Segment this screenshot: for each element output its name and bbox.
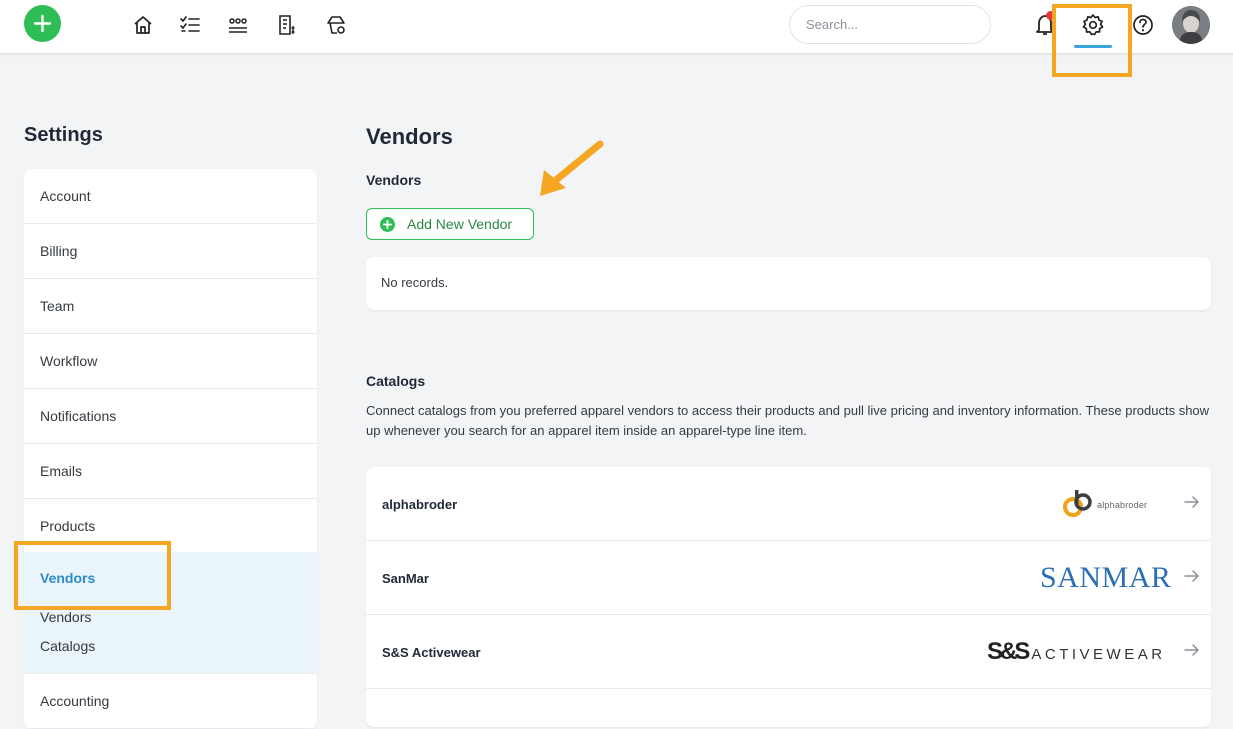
- gear-icon[interactable]: [1081, 13, 1105, 37]
- customers-icon[interactable]: [227, 14, 249, 36]
- ss-activewear-logo: S&S ACTIVEWEAR: [987, 638, 1166, 666]
- sidebar-subitem-catalogs[interactable]: Catalogs: [40, 638, 95, 654]
- catalog-row-partial[interactable]: [366, 689, 1211, 727]
- notifications-bell-icon[interactable]: [1034, 11, 1056, 37]
- plus-circle-icon: [380, 217, 395, 232]
- catalog-row-sanmar[interactable]: SanMar SANMAR: [366, 541, 1211, 615]
- empty-state-text: No records.: [381, 275, 449, 290]
- catalog-name: alphabroder: [382, 497, 458, 512]
- arrow-right-icon: [1184, 570, 1199, 582]
- search-input[interactable]: [789, 5, 991, 44]
- sidebar-item-notifications[interactable]: Notifications: [24, 389, 317, 444]
- sanmar-logo: SANMAR: [1040, 561, 1172, 594]
- sidebar-item-vendors[interactable]: Vendors: [40, 570, 95, 586]
- sidebar-item-vendors-group: Vendors Vendors Catalogs: [24, 552, 317, 674]
- products-icon[interactable]: [325, 14, 347, 36]
- alphabroder-logo-text: alphabroder: [1097, 500, 1148, 510]
- catalog-row-alphabroder[interactable]: alphabroder alphabroder: [366, 467, 1211, 541]
- help-icon[interactable]: [1132, 14, 1154, 36]
- sidebar-item-accounting[interactable]: Accounting: [24, 674, 317, 729]
- vendors-list: No records.: [366, 257, 1211, 310]
- sidebar-subitem-vendors[interactable]: Vendors: [40, 609, 91, 625]
- sidebar-item-team[interactable]: Team: [24, 279, 317, 334]
- catalogs-description: Connect catalogs from you preferred appa…: [366, 403, 1210, 438]
- sidebar-item-workflow[interactable]: Workflow: [24, 334, 317, 389]
- alphabroder-logo-icon: [1063, 490, 1092, 517]
- ss-logo-mark: S&S: [987, 638, 1030, 665]
- ss-logo-text: ACTIVEWEAR: [1031, 646, 1166, 663]
- sidebar-item-account[interactable]: Account: [24, 169, 317, 224]
- top-navigation-bar: [0, 0, 1233, 54]
- active-tab-indicator: [1074, 45, 1112, 48]
- page-title: Vendors: [366, 124, 453, 149]
- vendors-section-title: Vendors: [366, 172, 422, 188]
- annotation-arrow-icon: [540, 140, 604, 196]
- add-new-vendor-button[interactable]: Add New Vendor: [366, 208, 534, 240]
- invoice-icon[interactable]: [276, 14, 298, 36]
- settings-title: Settings: [24, 124, 103, 146]
- catalogs-section-title: Catalogs: [366, 373, 426, 389]
- catalog-name: SanMar: [382, 571, 429, 586]
- catalog-name: S&S Activewear: [382, 645, 481, 660]
- checklist-icon[interactable]: [179, 14, 201, 36]
- settings-sidebar: Account Billing Team Workflow Notificati…: [24, 169, 317, 729]
- home-icon[interactable]: [132, 14, 154, 36]
- sidebar-item-emails[interactable]: Emails: [24, 444, 317, 499]
- avatar[interactable]: [1172, 6, 1210, 44]
- catalogs-list: alphabroder alphabroder SanMar SANMAR S&…: [366, 467, 1211, 727]
- add-button[interactable]: [24, 5, 61, 42]
- add-new-vendor-label: Add New Vendor: [407, 216, 513, 232]
- arrow-right-icon: [1184, 644, 1199, 656]
- arrow-right-icon: [1184, 496, 1199, 508]
- sidebar-item-billing[interactable]: Billing: [24, 224, 317, 279]
- sidebar-item-products[interactable]: Products: [24, 499, 317, 554]
- notification-dot: [1046, 11, 1055, 20]
- catalog-row-ss-activewear[interactable]: S&S Activewear S&S ACTIVEWEAR: [366, 615, 1211, 689]
- plus-icon: [33, 14, 52, 33]
